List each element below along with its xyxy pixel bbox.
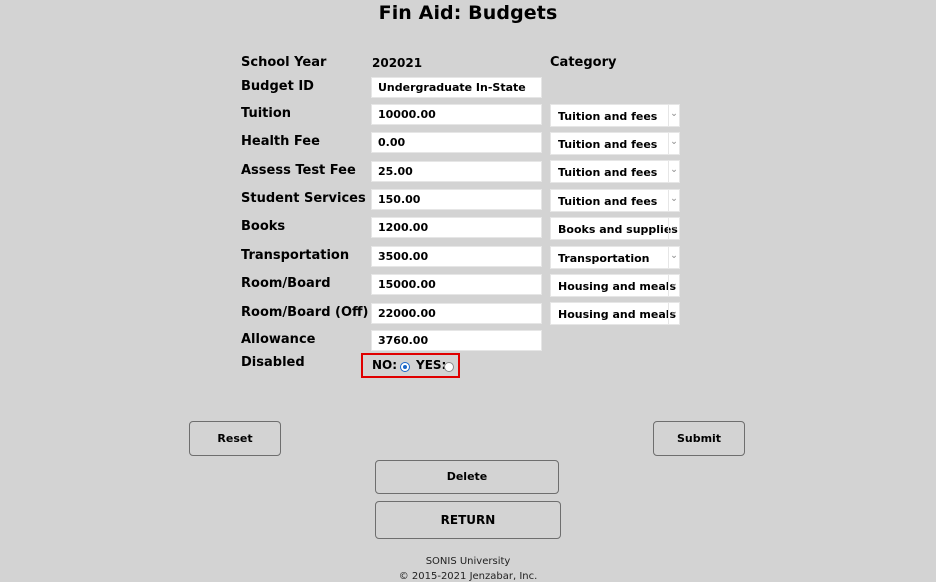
health-fee-input[interactable]: [371, 132, 542, 153]
room-board-off-category-select[interactable]: Housing and meals ⌄: [550, 302, 680, 325]
tuition-input[interactable]: [371, 104, 542, 125]
chevron-down-icon: ⌄: [668, 133, 679, 154]
disabled-radio-group: NO: YES:: [361, 353, 460, 378]
assess-test-fee-input[interactable]: [371, 161, 542, 182]
school-year-label: School Year: [241, 55, 327, 70]
room-board-off-label: Room/Board (Off): [241, 305, 369, 320]
transportation-category-value: Transportation: [558, 252, 650, 265]
chevron-down-icon: ⌄: [668, 218, 679, 239]
school-year-value: 202021: [372, 56, 423, 70]
room-board-label: Room/Board: [241, 276, 331, 291]
student-services-category-value: Tuition and fees: [558, 195, 658, 208]
assess-test-fee-category-value: Tuition and fees: [558, 166, 658, 179]
submit-button[interactable]: Submit: [653, 421, 745, 456]
books-input[interactable]: [371, 217, 542, 238]
assess-test-fee-label: Assess Test Fee: [241, 163, 356, 178]
disabled-yes-radio[interactable]: [444, 362, 454, 372]
chevron-down-icon: ⌄: [668, 105, 679, 126]
student-services-input[interactable]: [371, 189, 542, 210]
tuition-category-value: Tuition and fees: [558, 110, 658, 123]
transportation-category-select[interactable]: Transportation ⌄: [550, 246, 680, 269]
page-title: Fin Aid: Budgets: [378, 2, 558, 24]
chevron-down-icon: ⌄: [668, 247, 679, 268]
footer-org: SONIS University: [425, 556, 511, 567]
health-fee-category-value: Tuition and fees: [558, 138, 658, 151]
chevron-down-icon: ⌄: [668, 190, 679, 211]
return-button[interactable]: RETURN: [375, 501, 561, 539]
category-header: Category: [550, 55, 617, 70]
room-board-category-select[interactable]: Housing and meals ⌄: [550, 274, 680, 297]
student-services-category-select[interactable]: Tuition and fees ⌄: [550, 189, 680, 212]
transportation-input[interactable]: [371, 246, 542, 267]
budget-id-input[interactable]: [371, 77, 542, 98]
health-fee-category-select[interactable]: Tuition and fees ⌄: [550, 132, 680, 155]
chevron-down-icon: ⌄: [668, 303, 679, 324]
chevron-down-icon: ⌄: [668, 161, 679, 182]
delete-button[interactable]: Delete: [375, 460, 559, 494]
chevron-down-icon: ⌄: [668, 275, 679, 296]
disabled-no-label: NO:: [372, 358, 398, 372]
allowance-input[interactable]: [371, 330, 542, 351]
reset-button[interactable]: Reset: [189, 421, 281, 456]
disabled-yes-label: YES:: [416, 358, 447, 372]
tuition-label: Tuition: [241, 106, 292, 121]
tuition-category-select[interactable]: Tuition and fees ⌄: [550, 104, 680, 127]
disabled-no-radio[interactable]: [400, 362, 410, 372]
assess-test-fee-category-select[interactable]: Tuition and fees ⌄: [550, 160, 680, 183]
books-category-value: Books and supplies: [558, 223, 678, 236]
footer-copyright: © 2015-2021 Jenzabar, Inc.: [398, 571, 538, 582]
transportation-label: Transportation: [241, 248, 350, 263]
books-label: Books: [241, 219, 286, 234]
room-board-category-value: Housing and meals: [558, 280, 677, 293]
student-services-label: Student Services: [241, 191, 366, 206]
room-board-off-category-value: Housing and meals: [558, 308, 677, 321]
budget-id-label: Budget ID: [241, 79, 314, 94]
books-category-select[interactable]: Books and supplies ⌄: [550, 217, 680, 240]
room-board-input[interactable]: [371, 274, 542, 295]
health-fee-label: Health Fee: [241, 134, 320, 149]
room-board-off-input[interactable]: [371, 303, 542, 324]
disabled-label: Disabled: [241, 355, 305, 370]
allowance-label: Allowance: [241, 332, 316, 347]
